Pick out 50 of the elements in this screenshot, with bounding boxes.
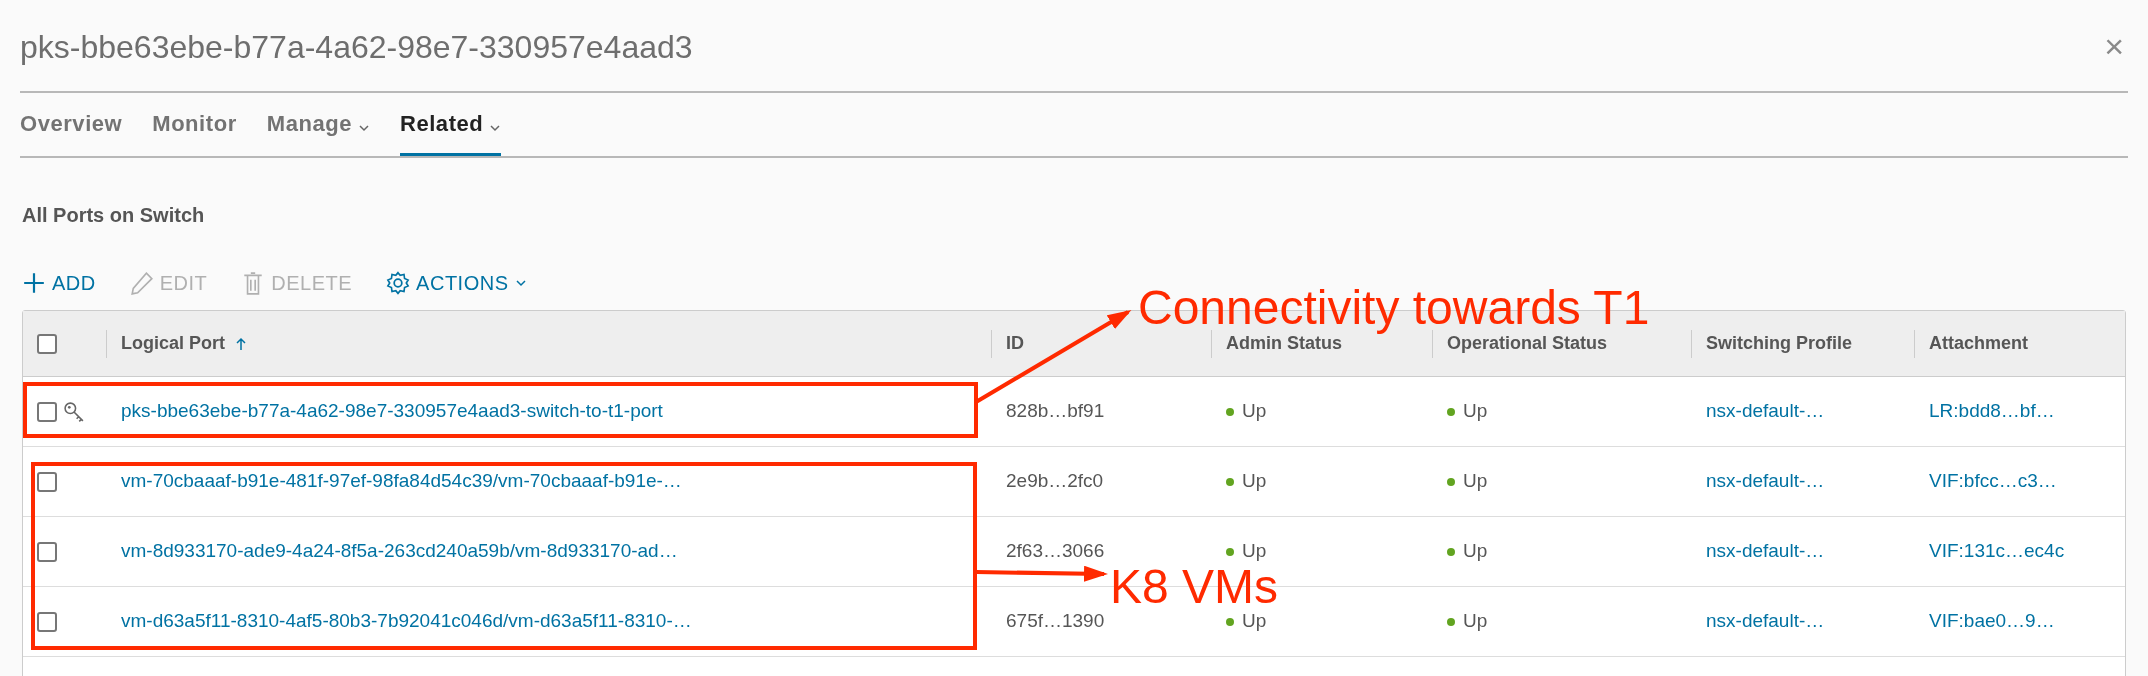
column-header[interactable]: Attachment [1929,330,2028,357]
column-header[interactable]: ID [1006,330,1024,357]
pencil-icon [129,271,154,295]
tab[interactable]: Related [399,93,502,156]
column-header[interactable]: Switching Profile [1706,330,1852,357]
window-title: pks-bbe63ebe-b77a-4a62-98e7-330957e4aad3 [20,27,693,67]
column-header[interactable]: Logical Port [121,330,247,357]
checkbox[interactable] [37,401,57,422]
table-cell: 2e9b…2fc0 [1006,470,1104,492]
close-button[interactable]: × [2104,28,2124,63]
tab[interactable]: Overview [20,93,123,156]
status-text: Up [1242,609,1267,634]
toolbar-button[interactable]: ADD [22,268,96,298]
checkbox[interactable] [37,471,57,492]
attachment-link[interactable]: VIF:131c…ec4c [1929,540,2065,562]
tab[interactable]: Manage [266,93,370,156]
table-cell: 828b…bf91 [1006,400,1105,422]
profile-link[interactable]: nsx-default-… [1706,470,1825,492]
status-text: Up [1242,469,1267,494]
port-link[interactable]: vm-8d933170-ade9-4a24-8f5a-263cd240a59b/vm-8d933170-ad… [121,540,678,562]
profile-link[interactable]: nsx-default-… [1706,610,1825,632]
status-text: Up [1463,539,1488,564]
status-text: Up [1463,469,1488,494]
port-link[interactable]: pks-bbe63ebe-b77a-4a62-98e7-330957e4aad3-switch-to-t1-port [121,400,663,422]
port-link[interactable]: vm-d63a5f11-8310-4af5-80b3-7b92041c046d/vm-d63a5f11-8310-… [121,610,692,632]
checkbox[interactable] [37,541,57,562]
toolbar-button[interactable]: ACTIONS [386,268,527,298]
annotation-label: K8 VMs [1110,563,1279,611]
attachment-link[interactable]: LR:bdd8…bf… [1929,400,2055,422]
status-text: Up [1463,609,1488,634]
checkbox[interactable] [37,333,57,354]
profile-link[interactable]: nsx-default-… [1706,400,1825,422]
port-link[interactable]: vm-70cbaaaf-b91e-481f-97ef-98fa84d54c39/vm-70cbaaaf-b91e-… [121,470,682,492]
status-text: Up [1242,399,1267,424]
chevron-icon [514,278,527,288]
tab[interactable]: Monitor [152,93,237,156]
status-text: Up [1463,399,1488,424]
plus-icon [22,271,46,295]
annotation-label: Connectivity towards T1 [1138,284,1650,332]
status-text: Up [1242,539,1267,564]
profile-link[interactable]: nsx-default-… [1706,540,1825,562]
table-cell: 2f63…3066 [1006,540,1105,562]
column-header[interactable]: Admin Status [1226,330,1342,357]
column-header[interactable]: Operational Status [1447,330,1608,357]
attachment-link[interactable]: VIF:bae0…9… [1929,610,2055,632]
attachment-link[interactable]: VIF:bfcc…c3… [1929,470,2057,492]
settings-icon [386,271,411,295]
checkbox[interactable] [37,611,57,632]
table-cell: 675f…1390 [1006,610,1105,632]
section-title: All Ports on Switch [22,203,206,228]
